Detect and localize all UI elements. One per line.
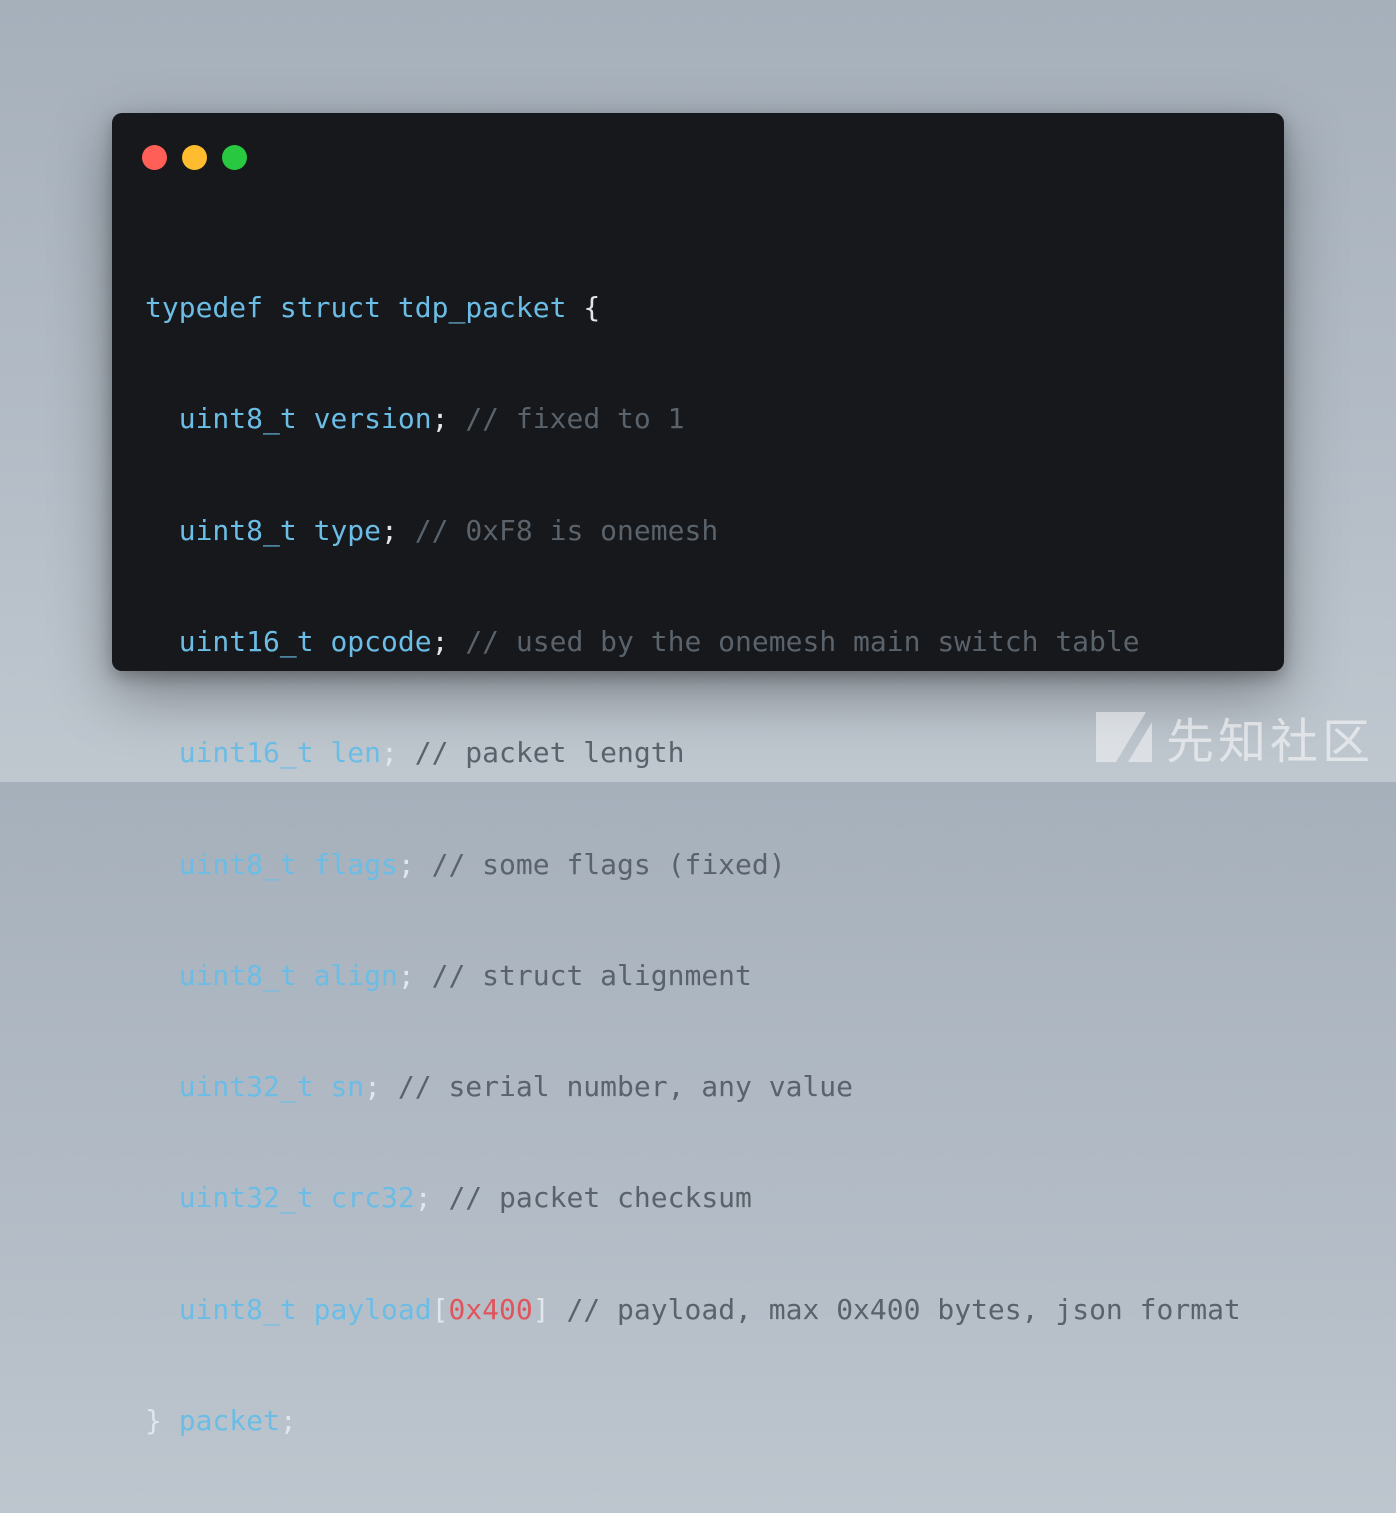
open-bracket: [ [431, 1292, 449, 1326]
close-bracket: ] [532, 1292, 550, 1326]
code-comment: // struct alignment [431, 958, 752, 992]
close-brace: } [145, 1404, 162, 1437]
semicolon: ; [431, 402, 449, 436]
field-name: crc32 [330, 1181, 415, 1215]
field-name: opcode [330, 625, 432, 659]
semicolon: ; [397, 958, 415, 992]
field-type: uint8_t [178, 1292, 297, 1326]
code-comment: // packet length [414, 736, 685, 770]
xianzhi-logo-icon [1095, 712, 1152, 762]
field-type: uint8_t [178, 402, 297, 436]
field-name: payload [313, 1292, 432, 1326]
code-line-11: } packet; [145, 1402, 1241, 1439]
field-type: uint16_t [178, 736, 314, 770]
field-type: uint8_t [178, 847, 297, 881]
semicolon: ; [279, 1404, 297, 1437]
field-name: sn [330, 1070, 365, 1104]
code-comment: // serial number, any value [397, 1070, 854, 1104]
keyword-typedef: typedef [145, 291, 264, 325]
code-window: typedef struct tdp_packet { uint8_t vers… [112, 113, 1284, 1437]
struct-name: tdp_packet [397, 291, 567, 325]
code-line-9: uint32_t crc32; // packet checksum [145, 1179, 1241, 1216]
watermark-text: 先知社区 [1165, 714, 1374, 770]
field-name: version [313, 402, 432, 436]
minimize-dot-icon[interactable] [182, 145, 207, 170]
code-line-4: uint16_t opcode; // used by the onemesh … [145, 623, 1241, 660]
field-type: uint32_t [178, 1070, 314, 1104]
code-comment: // payload, max 0x400 bytes, json format [566, 1292, 1241, 1326]
code-comment: // used by the onemesh main switch table [465, 625, 1140, 659]
code-line-6: uint8_t flags; // some flags (fixed) [145, 846, 1241, 883]
field-type: uint32_t [178, 1181, 314, 1215]
code-comment: // fixed to 1 [465, 402, 685, 436]
open-brace: { [583, 291, 601, 325]
semicolon: ; [397, 847, 415, 881]
close-dot-icon[interactable] [142, 145, 167, 170]
watermark: 先知社区 [1094, 702, 1374, 772]
code-line-10: uint8_t payload[0x400] // payload, max 0… [145, 1291, 1241, 1328]
code-comment: // some flags (fixed) [431, 847, 786, 881]
code-line-2: uint8_t version; // fixed to 1 [145, 400, 1241, 437]
typedef-name: packet [178, 1404, 280, 1437]
field-name: align [313, 958, 398, 992]
keyword-struct: struct [279, 291, 382, 325]
field-name: len [330, 736, 382, 770]
code-line-1: typedef struct tdp_packet { [145, 289, 1241, 326]
code-line-5: uint16_t len; // packet length [145, 734, 1241, 771]
code-line-8: uint32_t sn; // serial number, any value [145, 1068, 1241, 1105]
code-comment: // 0xF8 is onemesh [414, 513, 719, 547]
code-line-3: uint8_t type; // 0xF8 is onemesh [145, 512, 1241, 549]
semicolon: ; [381, 736, 398, 770]
semicolon: ; [414, 1181, 432, 1215]
field-type: uint8_t [178, 513, 297, 547]
code-comment: // packet checksum [448, 1181, 752, 1215]
semicolon: ; [364, 1070, 382, 1104]
semicolon: ; [431, 625, 449, 659]
field-type: uint8_t [178, 958, 297, 992]
field-type: uint16_t [178, 625, 314, 659]
array-size: 0x400 [448, 1292, 533, 1326]
maximize-dot-icon[interactable] [222, 145, 247, 170]
code-line-7: uint8_t align; // struct alignment [145, 957, 1241, 994]
field-name: type [313, 513, 382, 547]
window-controls [142, 145, 247, 170]
code-block: typedef struct tdp_packet { uint8_t vers… [145, 215, 1241, 1513]
field-name: flags [313, 847, 398, 881]
semicolon: ; [381, 513, 398, 547]
